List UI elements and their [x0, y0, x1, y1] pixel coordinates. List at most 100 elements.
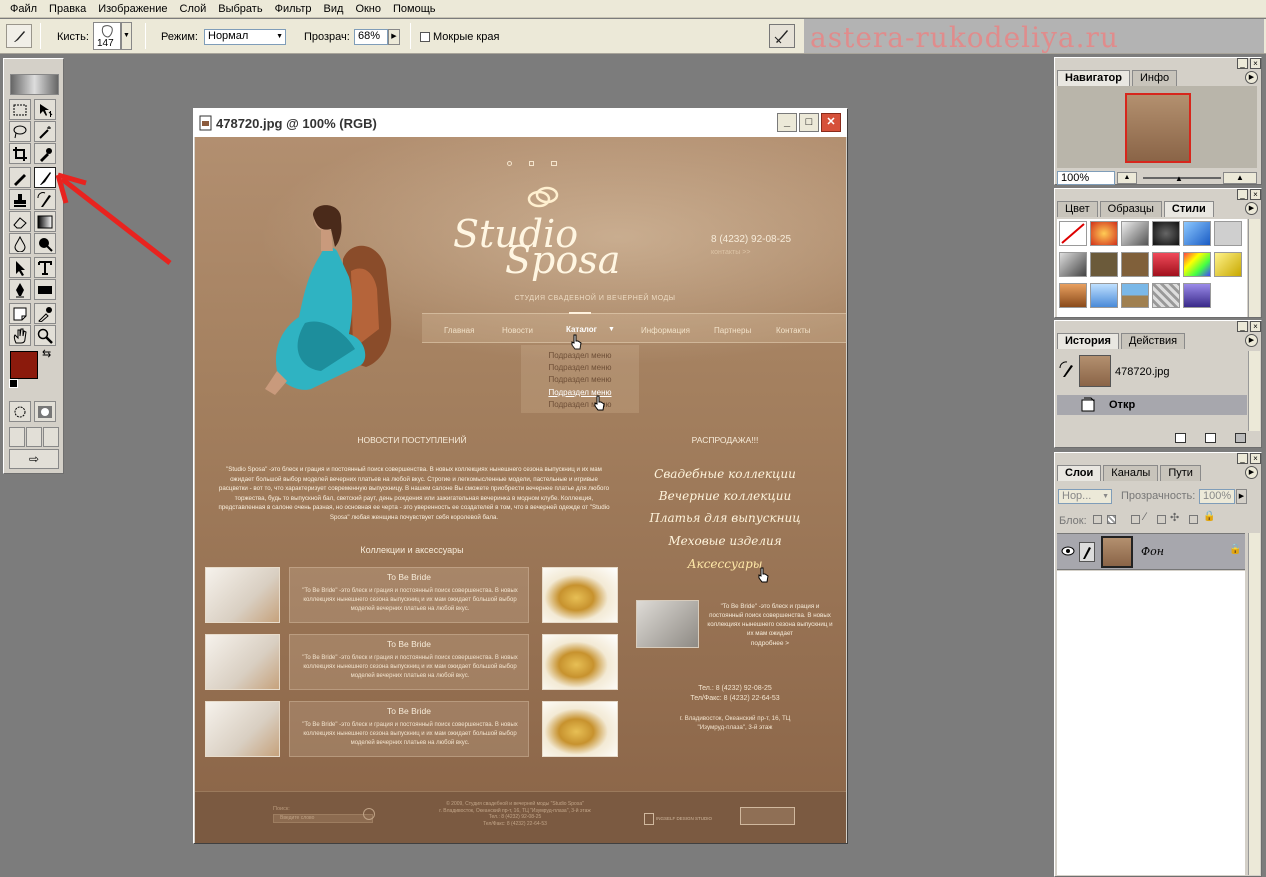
site-contacts-link[interactable]: контакты >> [711, 249, 750, 256]
site-nav-contacts[interactable]: Контакты [776, 326, 811, 335]
style-swatch[interactable] [1090, 221, 1118, 246]
menu-layer[interactable]: Слой [174, 0, 213, 18]
tab-info[interactable]: Инфо [1131, 70, 1178, 86]
marquee-tool[interactable] [9, 99, 31, 120]
standard-mode-button[interactable] [9, 401, 31, 422]
sale-link[interactable]: Свадебные коллекции [625, 467, 825, 481]
style-none[interactable] [1059, 221, 1087, 246]
site-search-icon[interactable] [507, 161, 512, 166]
rectangle-tool[interactable] [34, 279, 56, 300]
site-mail-icon[interactable] [551, 161, 557, 166]
notes-tool[interactable] [9, 303, 31, 324]
site-nav-home[interactable]: Главная [444, 326, 474, 335]
menu-help[interactable]: Помощь [387, 0, 442, 18]
card-photo-3[interactable] [205, 701, 280, 757]
history-scrollbar[interactable] [1248, 351, 1260, 431]
minimize-button[interactable]: _ [777, 113, 797, 132]
zoom-tool[interactable] [34, 325, 56, 346]
panel-minimize-button[interactable]: _ [1237, 189, 1248, 200]
card-photo-2[interactable] [205, 634, 280, 690]
hand-tool[interactable] [9, 325, 31, 346]
menu-window[interactable]: Окно [349, 0, 387, 18]
app-logo[interactable] [10, 74, 59, 95]
footer-studio-name[interactable]: INGSELF DESIGN STUDIO [656, 816, 712, 821]
document-canvas[interactable]: Studio Sposa 8 (4232) 92-08-25 контакты … [195, 137, 846, 843]
card-title[interactable]: To Be Bride [290, 639, 528, 649]
tool-preset-picker[interactable] [6, 24, 32, 48]
new-document-icon[interactable] [1174, 433, 1186, 443]
submenu-item[interactable]: Подраздел меню [521, 351, 639, 360]
pen-tool[interactable] [9, 279, 31, 300]
sale-link[interactable]: Вечерние коллекции [625, 489, 825, 503]
panel-close-button[interactable]: × [1250, 453, 1261, 464]
lock-transparency-checkbox[interactable] [1093, 515, 1102, 524]
brush-preview[interactable]: 147 [93, 22, 121, 50]
lock-pixels-checkbox[interactable] [1131, 515, 1140, 524]
blend-mode-select[interactable]: Нор... ▼ [1058, 489, 1112, 504]
close-button[interactable]: ✕ [821, 113, 841, 132]
style-swatch[interactable] [1152, 252, 1180, 277]
layers-scrollbar[interactable] [1248, 533, 1260, 875]
screen-mode-full[interactable] [43, 427, 59, 447]
card-title[interactable]: To Be Bride [290, 706, 528, 716]
move-tool[interactable] [34, 99, 56, 120]
tab-styles[interactable]: Стили [1163, 201, 1214, 217]
layer-thumbnail[interactable] [1101, 536, 1133, 568]
swap-colors-icon[interactable]: ⇆ [42, 347, 51, 360]
card-rings-3[interactable] [542, 701, 618, 757]
panel-minimize-button[interactable]: _ [1237, 321, 1248, 332]
eyedropper-tool[interactable] [34, 303, 56, 324]
style-swatch[interactable] [1214, 221, 1242, 246]
opacity-input[interactable]: 68% [354, 29, 388, 45]
clone-stamp-tool[interactable] [9, 189, 31, 210]
menu-image[interactable]: Изображение [92, 0, 173, 18]
wet-edges-checkbox[interactable] [420, 32, 430, 42]
history-step-row[interactable]: Откр [1057, 395, 1247, 415]
brush-picker-arrow[interactable]: ▼ [121, 22, 132, 50]
submenu-item[interactable]: Подраздел меню [521, 363, 639, 372]
sale-link[interactable]: Меховые изделия [625, 534, 825, 548]
panel-close-button[interactable]: × [1250, 189, 1261, 200]
tab-navigator[interactable]: Навигатор [1057, 70, 1130, 86]
style-swatch[interactable] [1121, 221, 1149, 246]
healing-brush-tool[interactable] [9, 167, 31, 188]
layer-row-background[interactable]: Фон 🔒 [1057, 533, 1245, 570]
tab-channels[interactable]: Каналы [1103, 465, 1159, 481]
mode-select[interactable]: Нормал ▼ [204, 29, 286, 45]
panel-close-button[interactable]: × [1250, 58, 1261, 69]
sale-link[interactable]: Платья для выпускниц [625, 511, 825, 525]
tab-actions[interactable]: Действия [1120, 333, 1186, 349]
screen-mode-standard[interactable] [9, 427, 25, 447]
tab-layers[interactable]: Слои [1057, 465, 1102, 481]
layer-brush-indicator[interactable] [1079, 542, 1095, 562]
promo-photo[interactable] [636, 600, 699, 648]
layer-opacity-arrow[interactable]: ▶ [1236, 489, 1247, 504]
menu-select[interactable]: Выбрать [212, 0, 268, 18]
card-rings-1[interactable] [542, 567, 618, 623]
footer-search-input[interactable]: Введите слово [273, 814, 373, 823]
style-swatch[interactable] [1121, 283, 1149, 308]
style-swatch[interactable] [1152, 221, 1180, 246]
tab-paths[interactable]: Пути [1160, 465, 1201, 481]
toolbox-grip[interactable] [10, 63, 59, 73]
style-swatch[interactable] [1059, 252, 1087, 277]
style-swatch[interactable] [1183, 283, 1211, 308]
opacity-slider-arrow[interactable]: ▶ [388, 29, 400, 45]
style-swatch[interactable] [1059, 283, 1087, 308]
sale-link-hover[interactable]: Аксессуары [625, 557, 825, 571]
navigator-thumbnail[interactable] [1125, 93, 1191, 163]
card-photo-1[interactable] [205, 567, 280, 623]
card-rings-2[interactable] [542, 634, 618, 690]
jump-to-imageready-button[interactable]: ⇨ [9, 449, 59, 469]
submenu-item[interactable]: Подраздел меню [521, 400, 639, 409]
style-swatch[interactable] [1214, 252, 1242, 277]
menu-filter[interactable]: Фильтр [269, 0, 318, 18]
panel-menu-button[interactable]: ▶ [1245, 466, 1258, 479]
maximize-button[interactable]: □ [799, 113, 819, 132]
style-swatch[interactable] [1183, 252, 1211, 277]
panel-minimize-button[interactable]: _ [1237, 58, 1248, 69]
menu-view[interactable]: Вид [318, 0, 350, 18]
site-nav-news[interactable]: Новости [502, 326, 533, 335]
default-colors-icon[interactable] [9, 379, 18, 388]
foreground-color[interactable] [10, 351, 38, 379]
